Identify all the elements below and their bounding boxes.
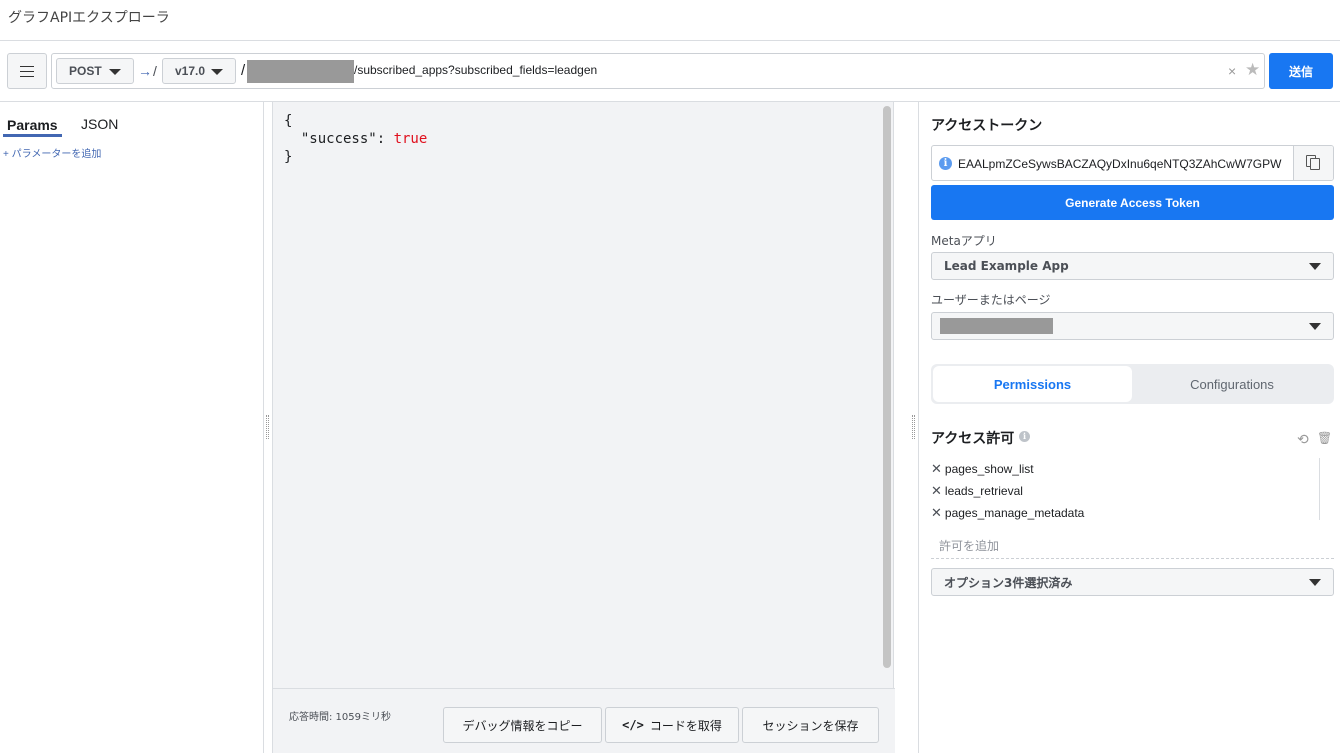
version-select[interactable]: v17.0: [162, 58, 236, 84]
method-value: POST: [69, 64, 102, 78]
permission-item: ✕ pages_manage_metadata: [931, 502, 1084, 524]
permission-label: leads_retrieval: [944, 484, 1023, 498]
copy-debug-button[interactable]: デバッグ情報をコピー: [443, 707, 602, 743]
query-bar: POST → / v17.0 / /subscribed_apps?subscr…: [51, 53, 1265, 89]
info-icon[interactable]: i: [1019, 431, 1030, 442]
permission-item: ✕ leads_retrieval: [931, 480, 1084, 502]
permission-list: ✕ pages_show_list ✕ leads_retrieval ✕ pa…: [931, 458, 1084, 524]
caret-down-icon: [1309, 263, 1321, 270]
meta-app-value: Lead Example App: [944, 259, 1069, 273]
permission-scrollbar[interactable]: [1319, 458, 1320, 520]
get-code-label: コードを取得: [649, 718, 722, 733]
redacted-node-id: [247, 60, 354, 83]
user-or-page-select[interactable]: [931, 312, 1334, 340]
query-path-input[interactable]: /subscribed_apps?subscribed_fields=leadg…: [354, 63, 597, 77]
app-title: グラフAPIエクスプローラ: [8, 10, 170, 26]
method-select[interactable]: POST: [56, 58, 134, 84]
access-token-heading: アクセストークン: [931, 118, 1043, 134]
add-permission-input[interactable]: 許可を追加: [931, 529, 1334, 559]
params-panel: Params JSON + パラメーターを追加: [0, 102, 264, 753]
version-value: v17.0: [175, 64, 206, 78]
tab-permissions[interactable]: Permissions: [933, 366, 1132, 402]
resize-handle-right[interactable]: [910, 102, 918, 753]
response-time: 応答時間: 1059ミリ秒: [289, 712, 391, 723]
tab-json[interactable]: JSON: [81, 116, 118, 132]
meta-app-select[interactable]: Lead Example App: [931, 252, 1334, 280]
permissions-heading: アクセス許可: [931, 431, 1015, 447]
caret-down-icon: [109, 69, 121, 75]
token-panel: アクセストークン i EAALpmZCeSywsBACZAQyDxInu6qeN…: [918, 102, 1340, 753]
send-button[interactable]: 送信: [1269, 53, 1333, 89]
code-icon: </>: [622, 718, 644, 732]
caret-down-icon: [1309, 579, 1321, 586]
user-or-page-label: ユーザーまたはページ: [931, 293, 1051, 307]
tab-configurations[interactable]: Configurations: [1132, 366, 1332, 402]
permission-label: pages_show_list: [944, 462, 1034, 476]
header-divider: [0, 40, 1340, 41]
tab-params[interactable]: Params: [7, 117, 58, 133]
response-panel: { "success": true } 応答時間: 1059ミリ秒 デバッグ情報…: [272, 102, 895, 753]
permission-item: ✕ pages_show_list: [931, 458, 1084, 480]
menu-button[interactable]: [7, 53, 47, 89]
caret-down-icon: [1309, 323, 1321, 330]
response-scrollbar[interactable]: [883, 106, 891, 668]
path-slash: /: [153, 63, 157, 79]
remove-icon[interactable]: ✕: [931, 483, 942, 499]
access-token-value[interactable]: EAALpmZCeSywsBACZAQyDxInu6qeNTQ3ZAhCwW7G…: [958, 157, 1292, 171]
permission-options-value: オプション3件選択済み: [944, 575, 1073, 590]
info-icon[interactable]: i: [939, 157, 952, 170]
star-icon[interactable]: ★: [1245, 60, 1260, 80]
save-session-button[interactable]: セッションを保存: [742, 707, 879, 743]
access-token-field[interactable]: i EAALpmZCeSywsBACZAQyDxInu6qeNTQ3ZAhCwW…: [931, 145, 1334, 181]
permission-options-select[interactable]: オプション3件選択済み: [931, 568, 1334, 596]
json-colon: :: [376, 131, 394, 147]
caret-down-icon: [211, 69, 223, 75]
arrow-right-icon: →: [138, 63, 152, 79]
panel-tabs: Permissions Configurations: [931, 364, 1334, 404]
meta-app-label: Metaアプリ: [931, 234, 997, 248]
get-code-button[interactable]: </> コードを取得: [605, 707, 739, 743]
active-tab-indicator: [3, 134, 62, 137]
json-value: true: [393, 131, 428, 147]
json-brace: {: [284, 113, 293, 129]
add-parameter-link[interactable]: + パラメーターを追加: [3, 145, 101, 160]
json-key: "success": [300, 131, 377, 147]
copy-token-button[interactable]: [1293, 146, 1333, 180]
resize-handle-left[interactable]: [264, 102, 272, 753]
response-json: { "success": true }: [284, 112, 427, 166]
trash-icon[interactable]: 🗑: [1317, 431, 1332, 445]
permission-label: pages_manage_metadata: [944, 506, 1085, 520]
path-slash: /: [241, 62, 246, 79]
json-brace: }: [284, 149, 293, 165]
generate-access-token-button[interactable]: Generate Access Token: [931, 185, 1334, 220]
clear-icon[interactable]: ×: [1228, 63, 1236, 79]
response-footer: 応答時間: 1059ミリ秒 デバッグ情報をコピー </> コードを取得 セッショ…: [273, 688, 895, 753]
remove-icon[interactable]: ✕: [931, 505, 942, 521]
undo-icon[interactable]: ⟲: [1297, 431, 1309, 448]
redacted-user: [940, 318, 1053, 334]
remove-icon[interactable]: ✕: [931, 461, 942, 477]
hamburger-icon: [20, 65, 34, 77]
